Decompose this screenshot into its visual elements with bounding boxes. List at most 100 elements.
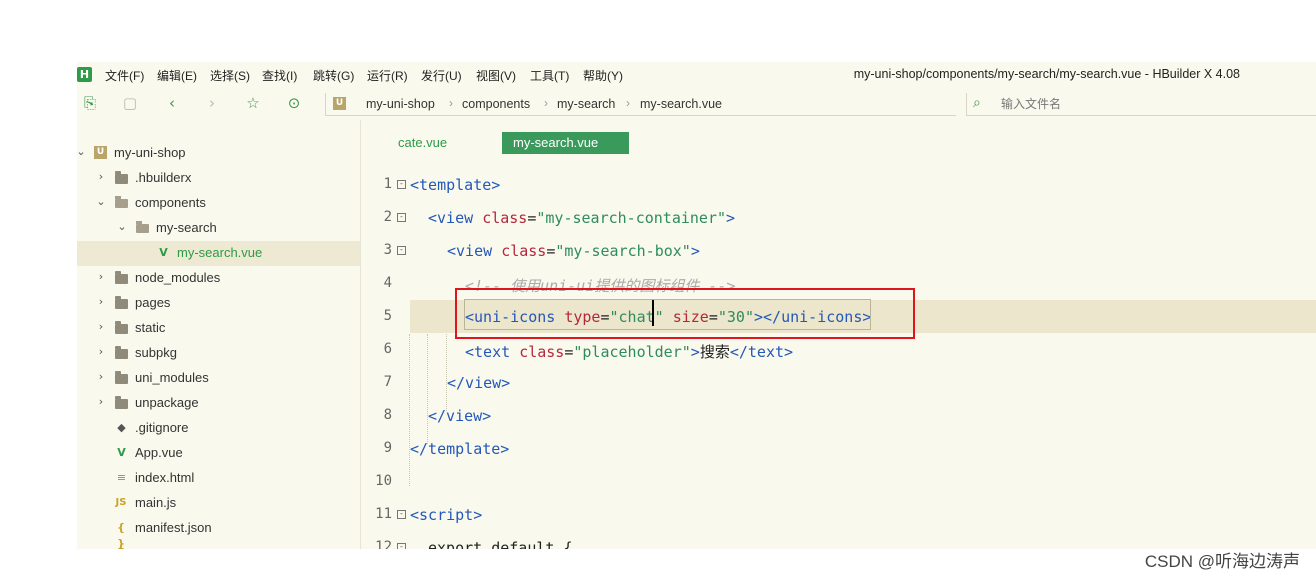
menu-find[interactable]: 查找(I) [262,67,297,84]
tree-item-label: my-search.vue [177,245,263,260]
code-line[interactable]: 8 </view> [361,399,1316,432]
chevron-right-icon[interactable]: › [95,370,107,383]
line-number: 11 [375,506,392,522]
folder-icon [115,296,128,309]
breadcrumb-item-project[interactable]: my-uni-shop [366,97,435,111]
code-token: class [501,242,547,260]
code-text: <view class="my-search-container"> [428,209,735,227]
star-icon[interactable]: ☆ [244,94,262,112]
back-arrow-icon[interactable]: ‹ [163,94,181,112]
tree-item-my-search-vue[interactable]: V my-search.vue [77,241,360,266]
breadcrumb-item-file[interactable]: my-search.vue [640,97,722,111]
chevron-right-icon[interactable]: › [95,320,107,333]
line-number: 3 [383,242,392,258]
fold-toggle-icon[interactable]: - [397,213,406,222]
menu-help[interactable]: 帮助(Y) [583,67,623,84]
tree-item-node-modules[interactable]: › node_modules [77,266,360,291]
tree-item-my-uni-shop[interactable]: ⌄ U my-uni-shop [77,141,360,166]
tree-item-manifest-json[interactable]: { } manifest.json [77,516,360,549]
code-line[interactable]: 3- <view class="my-search-box"> [361,234,1316,267]
tab-cate-vue[interactable]: cate.vue [398,132,447,154]
code-line[interactable]: 7 </view> [361,366,1316,399]
chevron-right-icon[interactable]: › [95,170,107,183]
indent-guide [409,334,410,486]
project-icon: U [94,146,107,159]
tree-item-unpackage[interactable]: › unpackage [77,391,360,416]
file-search: ⌕ [966,93,1316,116]
folder-icon [115,321,128,334]
json-file-icon: { } [117,521,125,549]
file-search-input[interactable] [1001,95,1301,113]
tree-item-subpkg[interactable]: › subpkg [77,341,360,366]
folder-icon [115,171,128,184]
chevron-right-icon[interactable]: › [95,270,107,283]
tree-item-main-js[interactable]: JS main.js [77,491,360,516]
code-text: <script> [410,506,482,524]
run-icon[interactable]: ⊙ [285,94,303,112]
code-line[interactable]: 10 [361,465,1316,498]
menu-tools[interactable]: 工具(T) [530,67,569,84]
line-number: 12 [375,539,392,549]
line-number: 6 [383,341,392,357]
tree-item-label: pages [135,295,171,310]
chevron-right-icon[interactable]: › [95,395,107,408]
forward-arrow-icon[interactable]: › [203,94,221,112]
indent-guide [427,334,428,444]
tree-item-pages[interactable]: › pages [77,291,360,316]
hbuilderx-logo-icon: H [77,67,92,82]
line-number: 4 [383,275,392,291]
chevron-down-icon[interactable]: ⌄ [95,195,107,208]
window-title: my-uni-shop/components/my-search/my-sear… [853,67,1240,81]
code-text: <view class="my-search-box"> [447,242,700,260]
tree-item-label: static [135,320,166,335]
code-token: </template> [410,440,510,458]
chevron-right-icon: › [626,96,630,110]
tab-my-search-vue[interactable]: my-search.vue [502,132,629,154]
code-token: <template> [410,176,501,194]
tree-item-my-search-folder[interactable]: ⌄ my-search [77,216,360,241]
menu-select[interactable]: 选择(S) [210,67,250,84]
folder-open-icon [115,196,128,208]
tree-item-app-vue[interactable]: V App.vue [77,441,360,466]
breadcrumb-item-components[interactable]: components [462,97,530,111]
search-icon: ⌕ [973,95,981,111]
code-line[interactable]: 2- <view class="my-search-container"> [361,201,1316,234]
tree-item-hbuilderx[interactable]: › .hbuilderx [77,166,360,191]
code-token: <view [447,242,502,260]
tree-item-label: .hbuilderx [135,170,192,185]
code-token: "my-search-container" [536,209,727,227]
menu-file[interactable]: 文件(F) [105,67,144,84]
save-icon[interactable]: ▢ [121,94,139,112]
chevron-down-icon[interactable]: ⌄ [116,220,128,233]
tree-item-label: uni_modules [135,370,209,385]
tree-item-components[interactable]: ⌄ components [77,191,360,216]
code-text: </view> [447,374,510,392]
fold-toggle-icon[interactable]: - [397,246,406,255]
new-file-icon[interactable]: ⎘ [81,94,99,112]
tree-item-label: .gitignore [135,420,189,435]
chevron-down-icon[interactable]: ⌄ [77,145,87,158]
menu-view[interactable]: 视图(V) [476,67,516,84]
fold-toggle-icon[interactable]: - [397,180,406,189]
code-line[interactable]: 11- <script> [361,498,1316,531]
chevron-right-icon[interactable]: › [95,345,107,358]
code-line[interactable]: 9 </template> [361,432,1316,465]
chevron-right-icon[interactable]: › [95,295,107,308]
breadcrumb-item-folder[interactable]: my-search [557,97,615,111]
tree-item-gitignore[interactable]: ◆ .gitignore [77,416,360,441]
menu-run[interactable]: 运行(R) [367,67,408,84]
fold-toggle-icon[interactable]: - [397,543,406,549]
line-number: 8 [383,407,392,423]
menu-edit[interactable]: 编辑(E) [157,67,197,84]
menu-publish[interactable]: 发行(U) [421,67,462,84]
tree-item-uni-modules[interactable]: › uni_modules [77,366,360,391]
code-token: "my-search-box" [555,242,691,260]
menu-bar: H 文件(F) 编辑(E) 选择(S) 查找(I) 跳转(G) 运行(R) 发行… [77,62,1316,88]
code-text: </view> [428,407,491,425]
tree-item-index-html[interactable]: ≡ index.html [77,466,360,491]
menu-goto[interactable]: 跳转(G) [313,67,354,84]
tree-item-static[interactable]: › static [77,316,360,341]
fold-toggle-icon[interactable]: - [397,510,406,519]
code-token: </text> [729,343,794,361]
code-line[interactable]: 1- <template> [361,168,1316,201]
